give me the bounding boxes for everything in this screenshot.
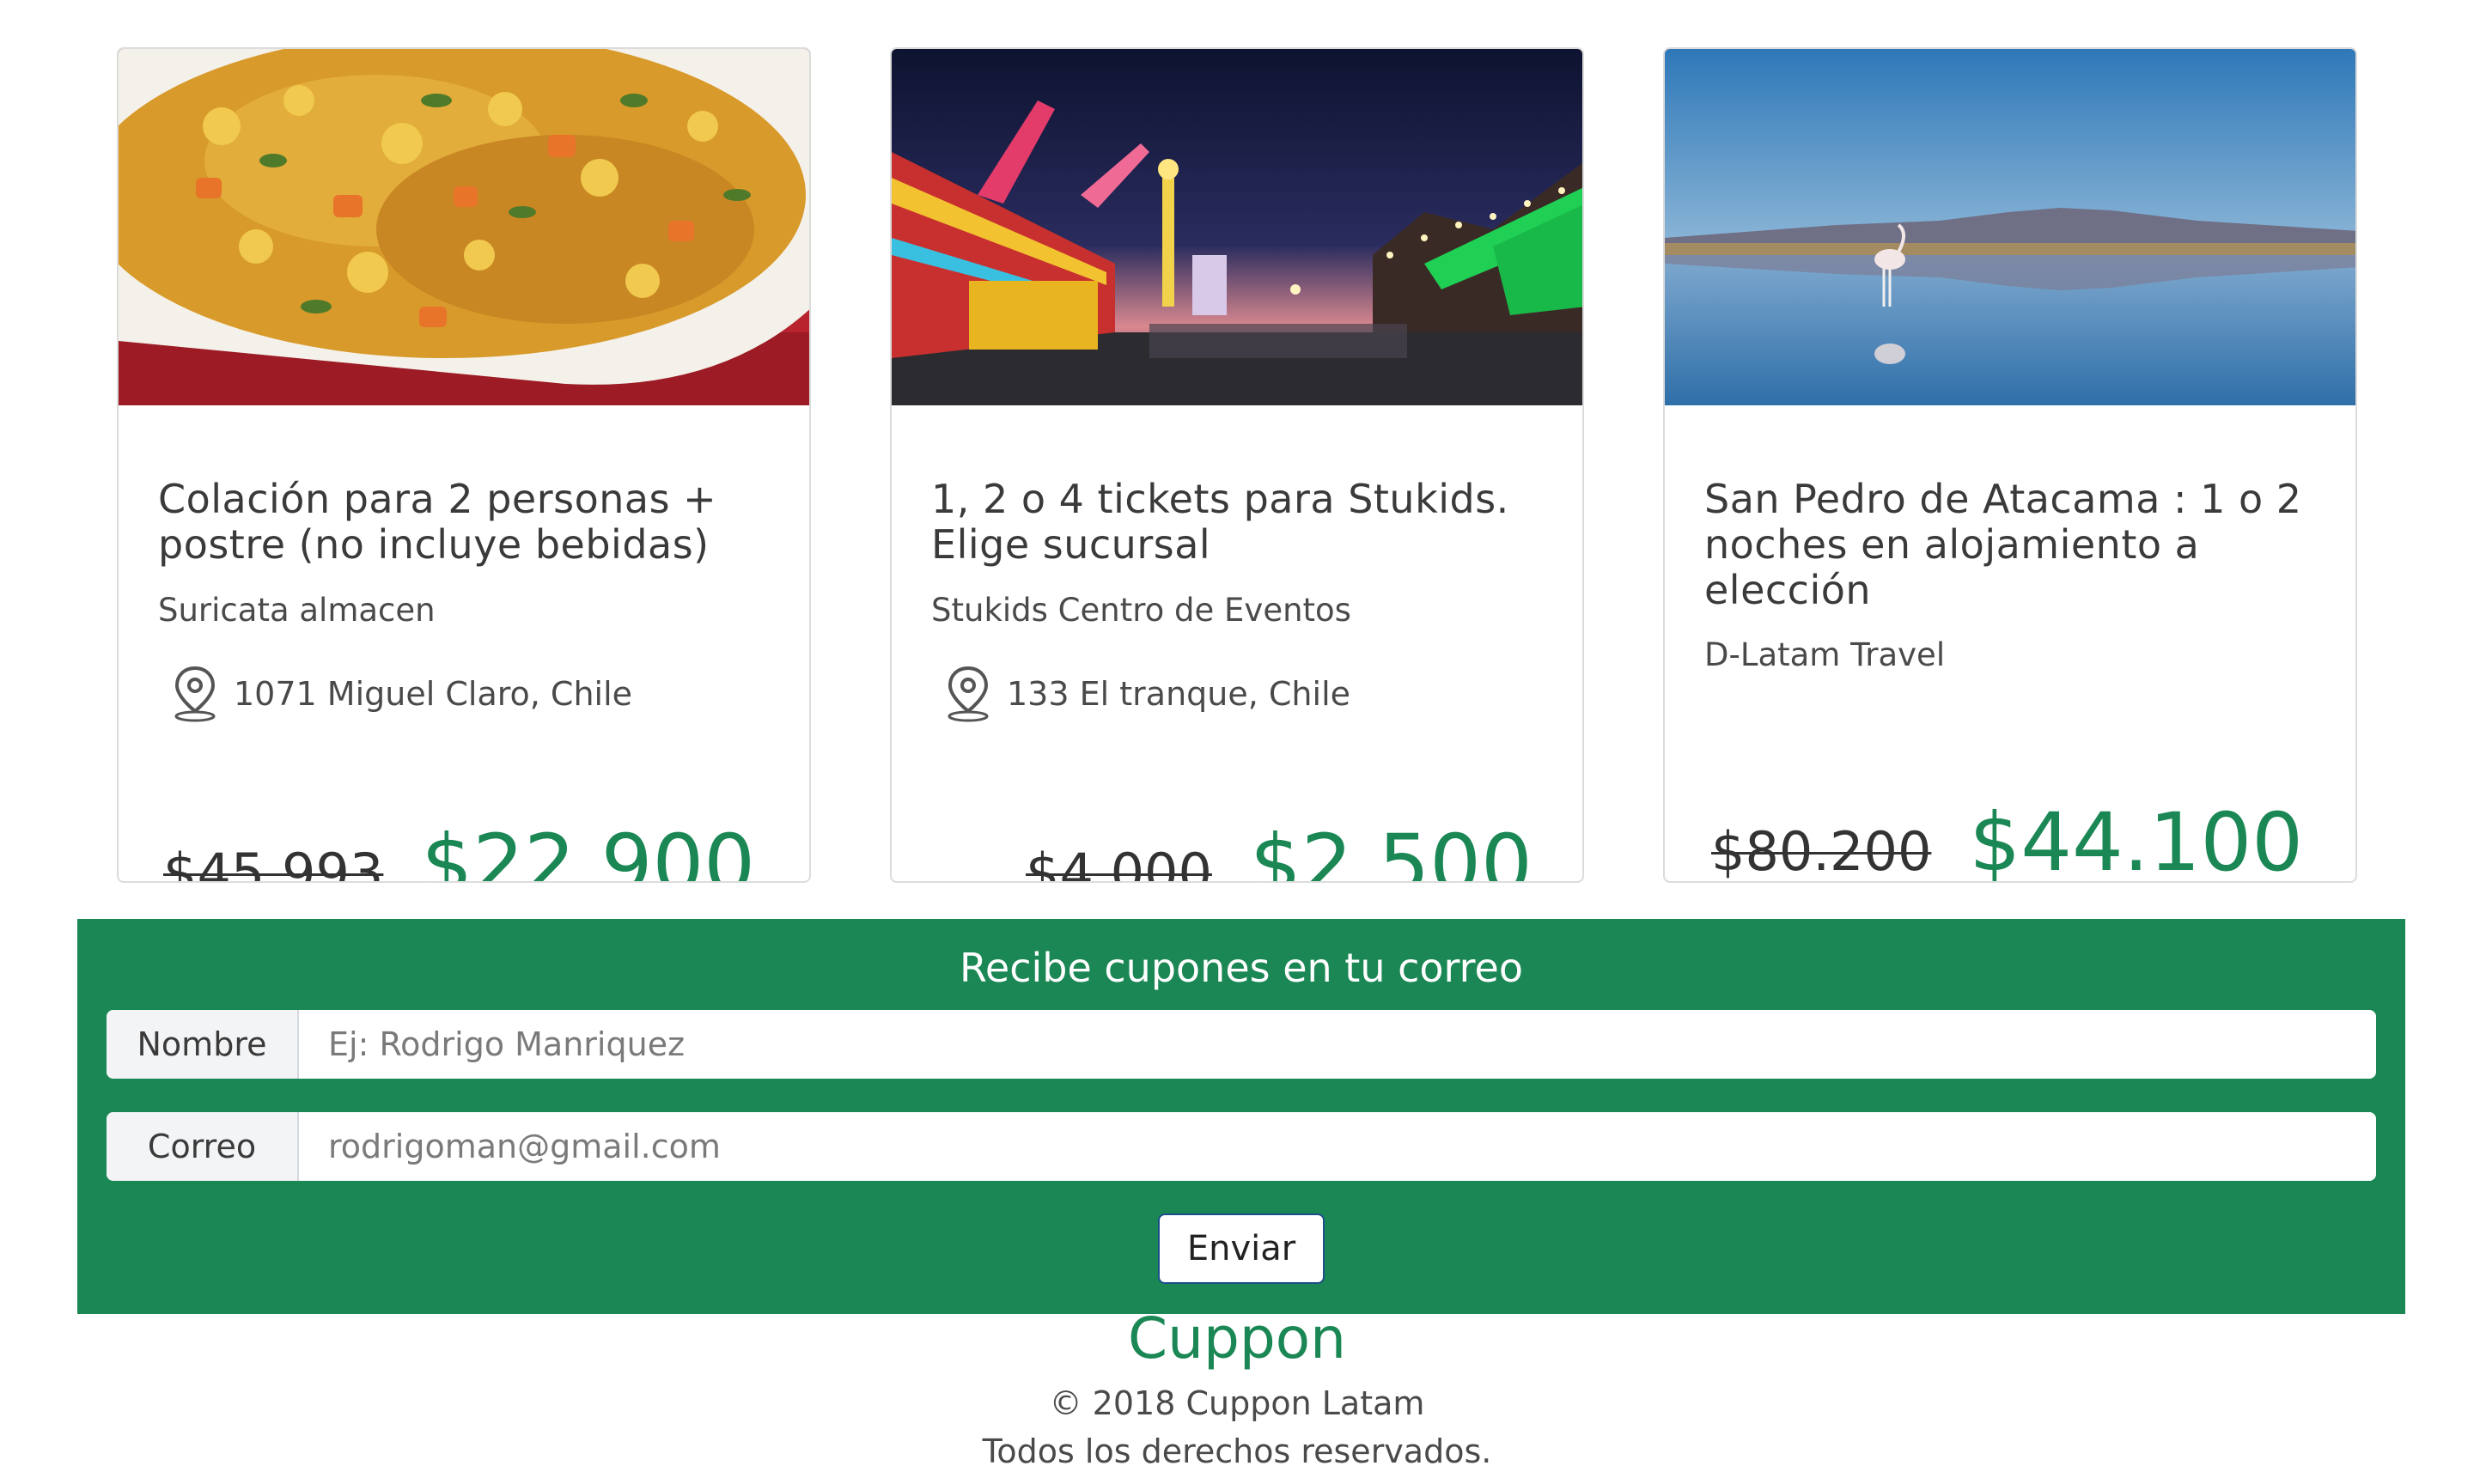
deal-image-fair[interactable]: [892, 49, 1582, 405]
discount-price: $2.500: [1249, 818, 1533, 883]
footer-rights: Todos los derechos reservados.: [982, 1432, 1492, 1470]
newsletter-signup: Recibe cupones en tu correo Nombre Corre…: [77, 919, 2405, 1314]
name-input-group: Nombre: [107, 1010, 2376, 1079]
deal-card[interactable]: San Pedro de Atacama : 1 o 2 noches en a…: [1663, 47, 2357, 883]
deal-merchant: D-Latam Travel: [1704, 636, 1946, 673]
price-row: $45.993 $22.900: [163, 818, 756, 883]
map-pin-icon: [174, 666, 216, 722]
location-address: 1071 Miguel Claro, Chile: [234, 675, 633, 713]
discount-price: $44.100: [1969, 796, 2304, 883]
footer-brand[interactable]: Cuppon: [0, 1305, 2474, 1371]
name-input[interactable]: [299, 1010, 2376, 1079]
deal-image-food[interactable]: [119, 49, 809, 405]
email-label: Correo: [107, 1112, 299, 1181]
deal-card[interactable]: Colación para 2 personas + postre (no in…: [117, 47, 811, 883]
newsletter-heading: Recibe cupones en tu correo: [960, 945, 1523, 991]
deal-location: 133 El tranque, Chile: [943, 664, 1350, 724]
name-label: Nombre: [107, 1010, 299, 1079]
original-price: $80.200: [1711, 820, 1932, 883]
deal-title[interactable]: San Pedro de Atacama : 1 o 2 noches en a…: [1704, 477, 2323, 613]
original-price: $4.000: [1026, 842, 1212, 883]
email-input[interactable]: [299, 1112, 2376, 1181]
deal-title[interactable]: Colación para 2 personas + postre (no in…: [158, 477, 777, 568]
price-row: $4.000 $2.500: [1026, 818, 1533, 883]
deal-location: 1071 Miguel Claro, Chile: [170, 664, 632, 724]
deal-card[interactable]: 1, 2 o 4 tickets para Stukids. Elige suc…: [890, 47, 1584, 883]
deal-merchant: Stukids Centro de Eventos: [931, 592, 1351, 629]
footer-copyright: © 2018 Cuppon Latam: [1049, 1384, 1425, 1422]
map-pin-icon: [948, 666, 989, 722]
email-input-group: Correo: [107, 1112, 2376, 1181]
submit-button[interactable]: Enviar: [1158, 1213, 1325, 1284]
discount-price: $22.900: [421, 818, 756, 883]
deal-title[interactable]: 1, 2 o 4 tickets para Stukids. Elige suc…: [931, 477, 1550, 568]
original-price: $45.993: [163, 842, 384, 883]
deal-merchant: Suricata almacen: [158, 592, 436, 629]
location-address: 133 El tranque, Chile: [1007, 675, 1351, 713]
deal-image-atacama[interactable]: [1665, 49, 2355, 405]
price-row: $80.200 $44.100: [1711, 796, 2304, 883]
